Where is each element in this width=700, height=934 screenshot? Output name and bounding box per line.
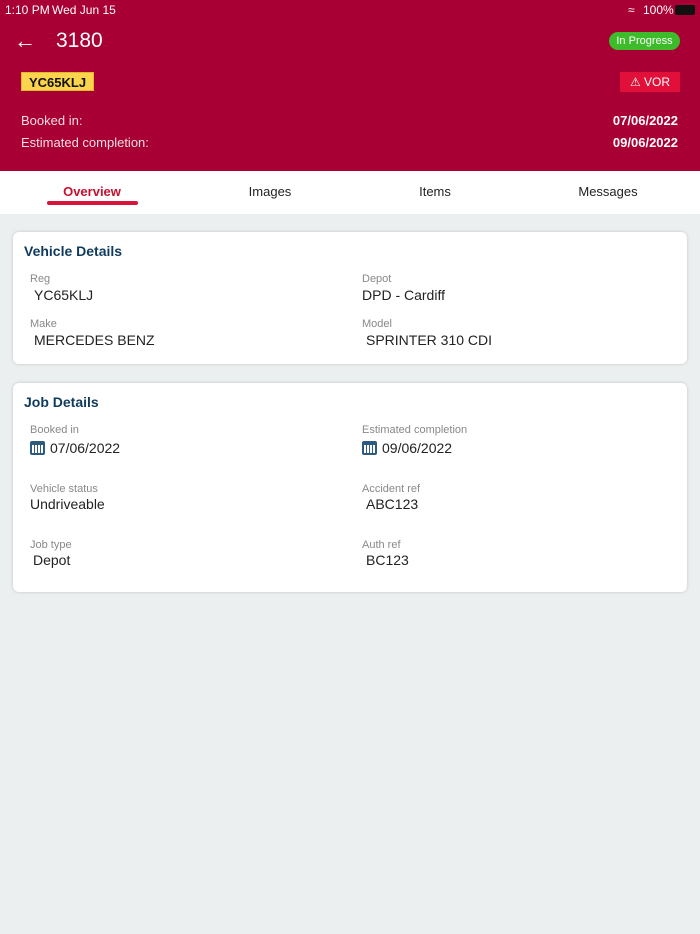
job-details-card: Job Details Booked in 07/06/2022 Estimat… <box>13 383 687 592</box>
calendar-icon <box>30 441 45 455</box>
status-time: 1:10 PM <box>5 3 50 17</box>
card-title: Vehicle Details <box>24 243 123 259</box>
job-type-label: Job type <box>30 539 72 551</box>
tab-images[interactable]: Images <box>249 184 292 199</box>
est-completion-label: Estimated completion <box>362 424 468 436</box>
status-badge: In Progress <box>609 32 680 50</box>
est-completion-date: 09/06/2022 <box>382 440 453 456</box>
booked-in-value: 07/06/2022 <box>612 113 678 128</box>
vehicle-status-label: Vehicle status <box>30 483 98 495</box>
job-type-value: Depot <box>33 552 71 568</box>
est-completion-value: 09/06/2022 <box>362 440 452 456</box>
make-value: MERCEDES BENZ <box>34 332 155 348</box>
est-completion-value: 09/06/2022 <box>612 135 678 150</box>
depot-value: DPD - Cardiff <box>362 287 445 303</box>
depot-label: Depot <box>362 273 392 285</box>
job-number: 3180 <box>56 29 103 52</box>
card-title: Job Details <box>24 394 99 410</box>
accident-ref-label: Accident ref <box>362 483 421 495</box>
reg-plate: YC65KLJ <box>21 72 95 91</box>
tab-items[interactable]: Items <box>419 184 451 199</box>
status-date: Wed Jun 15 <box>52 3 116 17</box>
reg-value: YC65KLJ <box>34 287 94 303</box>
active-tab-indicator <box>47 201 138 205</box>
booked-in-date: 07/06/2022 <box>50 440 121 456</box>
vehicle-details-card: Vehicle Details Reg YC65KLJ Depot DPD - … <box>13 232 687 364</box>
accident-ref-value: ABC123 <box>366 496 419 512</box>
model-value: SPRINTER 310 CDI <box>366 332 493 348</box>
auth-ref-value: BC123 <box>366 552 409 568</box>
calendar-icon <box>362 441 377 455</box>
vor-label: VOR <box>644 75 671 89</box>
battery-icon <box>675 5 695 15</box>
job-header: 1:10 PM Wed Jun 15 ≈ 100% ← 3180 In Prog… <box>0 0 700 171</box>
booked-in-label: Booked in: <box>21 113 83 128</box>
est-completion-label: Estimated completion: <box>21 135 149 150</box>
reg-label: Reg <box>30 273 51 285</box>
battery-percent: 100% <box>643 3 674 17</box>
model-label: Model <box>362 318 392 330</box>
wifi-icon: ≈ <box>628 3 635 17</box>
back-arrow-icon[interactable]: ← <box>14 28 36 54</box>
booked-in-value: 07/06/2022 <box>30 440 120 456</box>
warning-icon: ⚠ <box>629 75 645 89</box>
make-label: Make <box>30 318 57 330</box>
tab-overview[interactable]: Overview <box>63 184 121 199</box>
tab-messages[interactable]: Messages <box>578 184 637 199</box>
booked-in-label: Booked in <box>30 424 79 436</box>
tab-bar: Overview Images Items Messages <box>0 171 700 214</box>
auth-ref-label: Auth ref <box>362 539 401 551</box>
vor-badge: ⚠ VOR <box>620 72 680 92</box>
vehicle-status-value: Undriveable <box>30 496 105 512</box>
